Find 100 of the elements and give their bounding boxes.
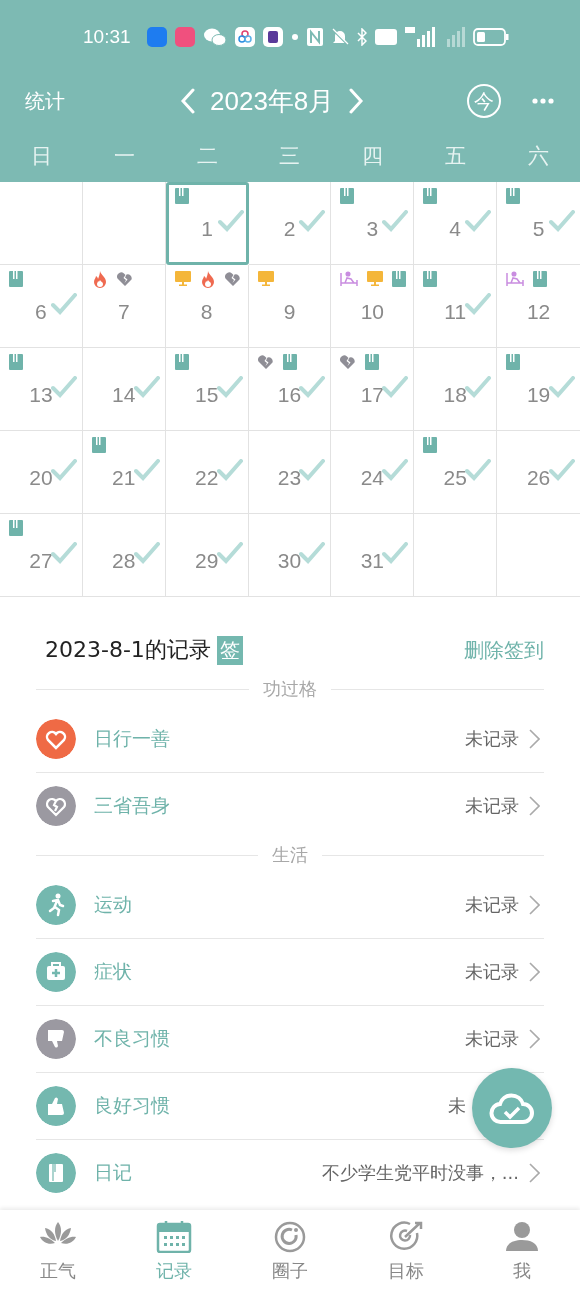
row-label: 运动 bbox=[94, 891, 132, 917]
flame-icon bbox=[91, 271, 108, 288]
day-number: 26 bbox=[526, 466, 551, 490]
day-number: 11 bbox=[444, 300, 467, 324]
weekday-label: 二 bbox=[196, 143, 218, 170]
calendar-day[interactable]: 31 bbox=[331, 514, 415, 597]
month-title: 2023年8月 bbox=[210, 84, 335, 118]
chevron-right-icon[interactable] bbox=[529, 728, 540, 749]
calendar-day[interactable]: 30 bbox=[248, 514, 332, 597]
chevron-right-icon[interactable] bbox=[529, 894, 540, 915]
weekday-label: 日 bbox=[30, 143, 52, 170]
delete-sign-in-link[interactable]: 删除签到 bbox=[464, 636, 544, 664]
calendar-day[interactable]: 8 bbox=[165, 265, 249, 348]
day-number: 4 bbox=[449, 217, 462, 241]
calendar-day[interactable]: 12 bbox=[497, 265, 580, 348]
calendar-day[interactable]: 10 bbox=[331, 265, 415, 348]
calendar-day[interactable]: 11 bbox=[414, 265, 498, 348]
book-icon bbox=[174, 354, 189, 370]
calendar-day[interactable]: 14 bbox=[82, 348, 166, 431]
weekday-label: 四 bbox=[362, 143, 384, 170]
calendar-day[interactable]: 2 bbox=[248, 182, 332, 265]
calendar-day[interactable]: 19 bbox=[497, 348, 580, 431]
tab[interactable]: 记录 bbox=[116, 1210, 232, 1289]
book-icon bbox=[423, 188, 438, 204]
chevron-right-icon[interactable] bbox=[529, 796, 540, 816]
day-number: 17 bbox=[360, 383, 385, 407]
row-value: 不少学生党平时没事，... bbox=[321, 1161, 519, 1185]
chevron-left-icon[interactable] bbox=[180, 88, 196, 114]
day-number: 23 bbox=[277, 466, 302, 490]
row-label: 日记 bbox=[94, 1160, 132, 1185]
monitor-icon bbox=[367, 271, 384, 286]
book-icon bbox=[506, 188, 521, 204]
calendar-day[interactable]: 25 bbox=[414, 431, 498, 514]
broken-heart-icon bbox=[257, 354, 274, 369]
person-on-bed-icon bbox=[506, 271, 525, 287]
calendar-day[interactable]: 27 bbox=[0, 514, 83, 597]
calendar-day[interactable]: 23 bbox=[248, 431, 332, 514]
calendar-day[interactable]: 5 bbox=[497, 182, 580, 265]
calendar-icon bbox=[155, 1219, 193, 1253]
day-number: 9 bbox=[283, 300, 296, 324]
calendar-day[interactable]: 13 bbox=[0, 348, 83, 431]
book-icon bbox=[533, 271, 548, 287]
tab[interactable]: 目标 bbox=[348, 1210, 464, 1289]
calendar-day[interactable]: 3 bbox=[331, 182, 415, 265]
calendar-day[interactable]: 17 bbox=[331, 348, 415, 431]
clock: 10:31 bbox=[83, 26, 131, 48]
weekday-label: 五 bbox=[445, 143, 467, 170]
book-icon bbox=[340, 188, 355, 204]
calendar-day[interactable]: 16 bbox=[248, 348, 332, 431]
calendar-day[interactable]: 6 bbox=[0, 265, 83, 348]
calendar-day[interactable]: 29 bbox=[165, 514, 249, 597]
tab[interactable]: 我 bbox=[464, 1210, 580, 1289]
monitor-icon bbox=[257, 271, 274, 286]
flame-icon bbox=[199, 271, 216, 288]
calendar-day[interactable]: 21 bbox=[82, 431, 166, 514]
calendar-day[interactable]: 20 bbox=[0, 431, 83, 514]
calendar-day[interactable]: 1 bbox=[165, 182, 249, 265]
calendar-day[interactable]: 22 bbox=[165, 431, 249, 514]
book-icon bbox=[423, 271, 438, 287]
row-label: 不良习惯 bbox=[94, 1026, 170, 1051]
person-icon bbox=[503, 1219, 541, 1253]
calendar-day[interactable]: 28 bbox=[82, 514, 166, 597]
tab[interactable]: 圈子 bbox=[232, 1210, 348, 1289]
more-icon[interactable] bbox=[532, 98, 554, 104]
today-button[interactable]: 今 bbox=[467, 84, 501, 118]
section-heading: 生活 bbox=[272, 843, 308, 867]
calendar-day[interactable]: 18 bbox=[414, 348, 498, 431]
day-number: 8 bbox=[200, 300, 213, 324]
calendar-day[interactable]: 24 bbox=[331, 431, 415, 514]
app-icon bbox=[234, 27, 255, 47]
day-number: 7 bbox=[117, 300, 130, 324]
calendar-day[interactable]: 7 bbox=[82, 265, 166, 348]
stats-link[interactable]: 统计 bbox=[25, 87, 65, 115]
app-icon bbox=[174, 27, 195, 47]
day-number: 27 bbox=[29, 549, 53, 573]
calendar-day[interactable]: 9 bbox=[248, 265, 332, 348]
tab[interactable]: 正气 bbox=[0, 1210, 116, 1289]
day-number: 31 bbox=[360, 549, 385, 573]
sign-badge: 签 bbox=[216, 635, 243, 665]
day-number: 12 bbox=[526, 300, 551, 324]
chevron-right-icon[interactable] bbox=[529, 1029, 540, 1049]
calendar-day[interactable]: 15 bbox=[165, 348, 249, 431]
app-icon bbox=[262, 27, 283, 47]
row-value: 未记录 bbox=[465, 726, 519, 751]
chevron-right-icon[interactable] bbox=[529, 962, 540, 982]
day-number: 24 bbox=[360, 466, 385, 490]
day-number: 21 bbox=[112, 466, 136, 490]
day-number: 2 bbox=[283, 217, 296, 241]
row-value: 未记录 bbox=[465, 892, 519, 917]
calendar-day[interactable]: 26 bbox=[497, 431, 580, 514]
row-label: 三省吾身 bbox=[94, 793, 170, 818]
book-icon bbox=[423, 437, 438, 453]
row-label: 日行一善 bbox=[94, 725, 170, 751]
day-number: 19 bbox=[526, 383, 551, 407]
chevron-right-icon[interactable] bbox=[529, 1163, 540, 1183]
row-label: 良好习惯 bbox=[94, 1093, 170, 1118]
calendar-day[interactable]: 4 bbox=[414, 182, 498, 265]
cloud-sync-button[interactable] bbox=[472, 1068, 552, 1148]
book-icon bbox=[9, 354, 23, 370]
book-icon bbox=[365, 354, 380, 370]
